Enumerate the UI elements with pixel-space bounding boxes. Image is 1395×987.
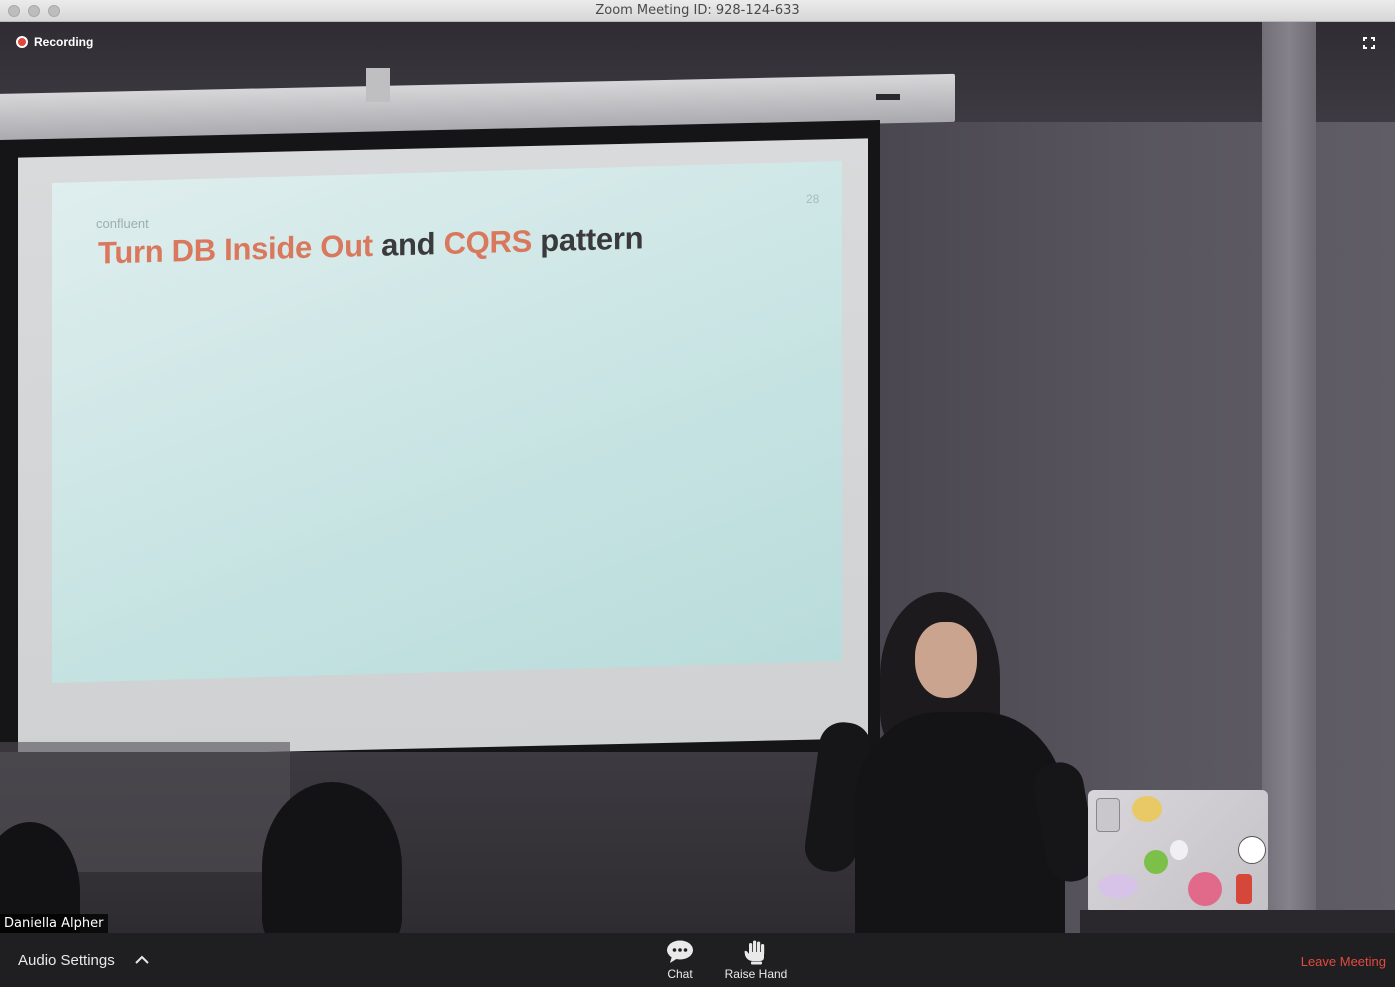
slide-title-part2: and: [372, 225, 444, 263]
laptop-sticker: [1236, 874, 1252, 904]
recording-indicator: Recording: [16, 35, 93, 49]
laptop-sticker: [1096, 798, 1120, 832]
recording-label: Recording: [34, 35, 94, 49]
recording-dot-icon: [16, 36, 28, 48]
slide-page-number: 28: [806, 192, 820, 206]
slide-title-part3: CQRS: [443, 223, 532, 261]
video-feed: confluent 28 Turn DB Inside Out and CQRS…: [0, 22, 1395, 933]
laptop-sticker: [1132, 796, 1162, 822]
title-bar: Zoom Meeting ID: 928-124-633: [0, 0, 1395, 22]
laptop-sticker: [1144, 850, 1168, 874]
audio-options-button[interactable]: [134, 953, 154, 969]
presenter-face: [915, 622, 977, 698]
screen-slot: [876, 94, 900, 100]
leave-meeting-button[interactable]: Leave Meeting: [1301, 954, 1386, 969]
participant-name-label: Daniella Alpher: [0, 914, 108, 934]
raise-hand-button[interactable]: Raise Hand: [716, 939, 796, 983]
zoom-meeting-window: Zoom Meeting ID: 928-124-633 confluent 2…: [0, 0, 1395, 987]
fullscreen-icon: [1363, 37, 1375, 49]
chat-label: Chat: [667, 967, 693, 981]
slide-logo: confluent: [96, 216, 149, 231]
audio-settings-button[interactable]: Audio Settings: [18, 952, 115, 969]
wall-pillar: [1262, 22, 1316, 933]
chevron-up-icon: [135, 955, 149, 964]
desk: [1080, 910, 1395, 933]
laptop-sticker: [1188, 872, 1222, 906]
presenter-body: [855, 712, 1065, 933]
laptop-sticker: [1238, 836, 1266, 864]
screen-bracket: [366, 68, 390, 102]
raise-hand-label: Raise Hand: [724, 967, 788, 981]
slide-title-part4: pattern: [531, 220, 644, 259]
meeting-toolbar: Audio Settings Chat Raise Hand Leave Mee…: [0, 933, 1395, 987]
chat-button[interactable]: Chat: [640, 939, 720, 983]
chat-icon: [666, 939, 694, 965]
fullscreen-button[interactable]: [1359, 33, 1379, 53]
laptop: [1088, 790, 1268, 914]
slide-title-part1: Turn DB Inside Out: [98, 227, 373, 271]
window-title: Zoom Meeting ID: 928-124-633: [595, 3, 800, 18]
laptop-sticker: [1098, 874, 1138, 898]
laptop-sticker: [1170, 840, 1188, 860]
raise-hand-icon: [743, 939, 769, 965]
